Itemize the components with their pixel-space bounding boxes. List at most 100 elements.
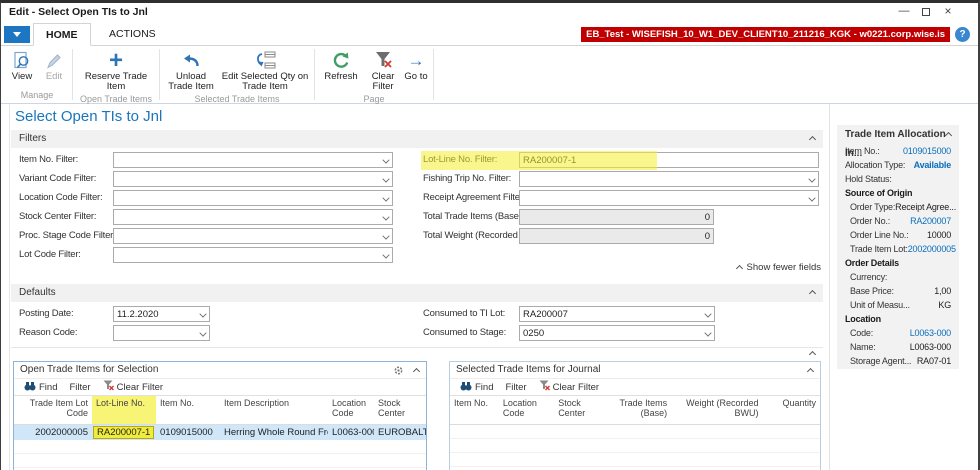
item-no-filter-combo[interactable] [113,152,393,168]
receipt-agreement-filter-combo[interactable] [519,190,819,206]
column-header-highlighted[interactable]: Lot-Line No. [92,396,156,424]
table-row[interactable] [450,452,820,466]
open-pane-title: Open Trade Items for Selection [20,364,158,375]
table-row-selected[interactable]: 2002000005 RA200007-1 0109015000 Herring… [14,424,426,440]
field-reason-code: Reason Code: [19,325,401,344]
clear-filter-button[interactable]: Clear Filter [364,46,402,93]
close-button[interactable]: × [940,4,956,20]
factbox-row-location-code: Code:L0063-000 [837,326,959,340]
reserve-trade-item-button[interactable]: + Reserve Trade Item [83,46,149,93]
collapse-chevron-icon[interactable] [809,290,816,297]
find-button[interactable]: Find [20,381,61,394]
factbox-group-source-of-origin: Source of Origin [837,186,959,200]
variant-code-filter-combo[interactable] [113,171,393,187]
selected-trade-items-table: Item No. Location Code Stock Center Trad… [450,396,820,467]
factbox-divider [829,104,830,470]
filters-section-header[interactable]: Filters [11,130,823,148]
show-fewer-fields-link[interactable]: Show fewer fields [737,262,821,273]
defaults-section-header[interactable]: Defaults [11,284,823,302]
column-header[interactable]: Stock Center [374,396,426,424]
consumed-to-ti-lot-combo[interactable] [519,306,715,322]
column-header[interactable]: Trade Items (Base) [603,396,671,424]
proc-stage-code-filter-combo[interactable] [113,228,393,244]
field-posting-date: Posting Date: [19,306,401,325]
cell-stock-center[interactable]: EUROBALTIC [374,424,426,440]
view-button[interactable]: View [5,46,39,89]
maximize-button[interactable] [918,4,934,20]
column-header[interactable]: Location Code [499,396,554,424]
open-pane-header: Open Trade Items for Selection [14,362,426,379]
posting-date-picker[interactable] [113,306,210,322]
selected-pane-title: Selected Trade Items for Journal [456,364,601,375]
location-code-filter-combo[interactable] [113,190,393,206]
help-icon[interactable]: ? [955,27,970,42]
cell-trade-item-lot-code[interactable]: 2002000005 [14,424,92,440]
go-to-button[interactable]: → Go to [402,46,430,93]
field-total-trade-items: Total Trade Items (Base): [423,209,821,228]
column-header[interactable]: Weight (Recorded BWU) [671,396,762,424]
cell-location-code[interactable]: L0063-000 [328,424,374,440]
pencil-icon [45,49,63,72]
column-header[interactable]: Item No. [156,396,220,424]
ribbon-separator [72,49,73,100]
table-row[interactable] [14,454,426,468]
collapse-chevron-icon[interactable] [413,368,420,375]
column-header[interactable]: Item No. [450,396,499,424]
fishing-trip-no-filter-combo[interactable] [519,171,819,187]
filter-button[interactable]: Filter [501,382,530,393]
cell-lot-line-no[interactable]: RA200007-1 [92,424,156,440]
column-header[interactable]: Quantity [763,396,820,424]
factbox-row-location-name: Name:L0063-000 [837,340,959,354]
column-header[interactable]: Location Code [328,396,374,424]
binoculars-icon [460,381,472,394]
factbox-row-order-type: Order Type:Receipt Agree... [837,200,959,214]
column-header[interactable]: Item Description [220,396,328,424]
collapse-chevron-icon[interactable] [809,351,816,358]
lot-code-filter-combo[interactable] [113,247,393,263]
lot-line-no-filter-input[interactable] [519,152,819,168]
table-row[interactable] [450,438,820,452]
environment-badge: EB_Test - WISEFISH_10_W1_DEV_CLIENT10_21… [581,27,950,42]
refresh-button[interactable]: Refresh [318,46,364,93]
clear-filter-funnel-icon [103,380,114,394]
table-header-row: Item No. Location Code Stock Center Trad… [450,396,820,424]
column-header[interactable]: Trade Item Lot Code [14,396,92,424]
stock-center-filter-combo[interactable] [113,209,393,225]
field-location-code-filter: Location Code Filter: [19,190,401,209]
ribbon-group-selected-trade-items: Unload Trade Item Edit Selected Qty on T… [163,46,311,103]
filter-button[interactable]: Filter [65,382,94,393]
collapse-chevron-icon[interactable] [807,368,814,375]
field-total-weight: Total Weight (Recorded BWU): [423,228,821,247]
field-lot-line-no-filter: Lot-Line No. Filter: [423,152,821,171]
chevron-down-icon [13,32,21,37]
clear-filter-button[interactable]: Clear Filter [99,380,167,394]
view-document-icon [12,49,32,72]
collapse-chevron-icon[interactable] [945,132,952,139]
field-stock-center-filter: Stock Center Filter: [19,209,401,228]
consumed-to-stage-combo[interactable] [519,325,715,341]
minimize-button[interactable]: — [896,4,912,20]
application-menu-button[interactable] [4,26,30,43]
tab-actions[interactable]: ACTIONS [97,23,168,46]
cell-item-no[interactable]: 0109015000 [156,424,220,440]
edit-button[interactable]: Edit [39,46,69,89]
lines-section-strip[interactable] [11,347,823,360]
table-row[interactable] [14,440,426,454]
ribbon-tab-row: HOME ACTIONS EB_Test - WISEFISH_10_W1_DE… [1,23,978,46]
tab-home[interactable]: HOME [33,23,91,46]
factbox-group-location: Location [837,312,959,326]
binoculars-icon [24,381,36,394]
find-button[interactable]: Find [456,381,497,394]
ribbon-group-manage: View Edit Manage [5,46,69,103]
column-header[interactable]: Stock Center [554,396,603,424]
clear-filter-button[interactable]: Clear Filter [535,380,603,394]
reason-code-combo[interactable] [113,325,210,341]
field-item-no-filter: Item No. Filter: [19,152,401,171]
collapse-chevron-icon[interactable] [809,136,816,143]
edit-selected-qty-button[interactable]: Edit Selected Qty on Trade Item [219,46,311,93]
unload-trade-item-button[interactable]: Unload Trade Item [163,46,219,93]
cell-item-description[interactable]: Herring Whole Round Fresh [220,424,328,440]
field-lot-code-filter: Lot Code Filter: [19,247,401,266]
ribbon: View Edit Manage + Reserve Trad [1,46,978,104]
table-row[interactable] [450,424,820,438]
